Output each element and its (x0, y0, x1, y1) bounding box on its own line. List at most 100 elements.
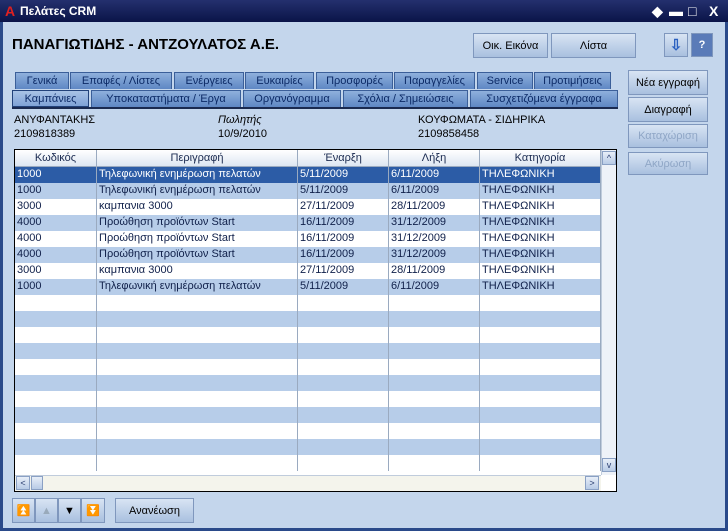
table-cell: ΤΗΛΕΦΩΝΙΚΗ (480, 183, 601, 199)
title-bar: A Πελάτες CRM ◆ ▬ □ X (0, 0, 728, 22)
tab-4-tabs_row2[interactable]: Σχόλια / Σημειώσεις (343, 90, 468, 107)
tab-8-tabs_row1[interactable]: Προτιμήσεις (534, 72, 611, 89)
first-record-icon[interactable]: ⏫ (12, 498, 35, 523)
list-button[interactable]: Λίστα (551, 33, 636, 58)
column-header[interactable]: Περιγραφή (97, 150, 298, 167)
close-button[interactable]: X (709, 3, 718, 19)
table-cell: Τηλεφωνική ενημέρωση πελατών (97, 279, 298, 295)
tab-4-tabs_row1[interactable]: Ευκαιρίες (245, 72, 314, 89)
table-cell: Προώθηση προϊόντων Start (97, 215, 298, 231)
tab-3-tabs_row1[interactable]: Ενέργειες (174, 72, 244, 89)
vertical-scrollbar[interactable]: ^ v (601, 150, 616, 475)
tab-divider (12, 107, 618, 109)
table-cell: 5/11/2009 (298, 183, 389, 199)
previous-record-icon[interactable]: ▲ (35, 498, 58, 523)
table-cell: ΤΗΛΕΦΩΝΙΚΗ (480, 215, 601, 231)
table-cell (15, 455, 97, 471)
date: 10/9/2010 (218, 128, 267, 140)
last-record-icon[interactable]: ⏬ (81, 498, 105, 523)
table-cell: 1000 (15, 279, 97, 295)
tab-1-tabs_row1[interactable]: Γενικά (15, 72, 69, 89)
empty-row (15, 439, 601, 455)
scroll-down-icon[interactable]: v (602, 458, 616, 472)
table-cell: Τηλεφωνική ενημέρωση πελατών (97, 167, 298, 183)
scroll-up-icon[interactable]: ^ (602, 151, 616, 165)
cancel-button[interactable]: Ακύρωση (628, 152, 708, 175)
table-cell (97, 423, 298, 439)
table-row[interactable]: 1000 Τηλεφωνική ενημέρωση πελατών 5/11/200… (15, 167, 601, 183)
tab-5-tabs_row2[interactable]: Συσχετιζόμενα έγγραφα (470, 90, 618, 107)
table-row[interactable]: 4000 Προώθηση προϊόντων Start 16/11/2009 31… (15, 247, 601, 263)
table-cell: 6/11/2009 (389, 167, 480, 183)
column-header[interactable]: Κωδικός (15, 150, 97, 167)
table-cell (298, 327, 389, 343)
table-cell (480, 439, 601, 455)
table-cell (298, 359, 389, 375)
table-cell (389, 375, 480, 391)
table-cell: ΤΗΛΕΦΩΝΙΚΗ (480, 263, 601, 279)
tab-7-tabs_row1[interactable]: Service (477, 72, 533, 89)
table-cell (480, 423, 601, 439)
table-cell (480, 343, 601, 359)
table-cell: 3000 (15, 199, 97, 215)
scroll-right-icon[interactable]: > (585, 476, 599, 490)
empty-row (15, 391, 601, 407)
horizontal-scrollbar[interactable]: < > (15, 475, 601, 491)
table-cell (298, 295, 389, 311)
contact-name: ΑΝΥΦΑΝΤΑΚΗΣ (14, 114, 96, 126)
table-cell (389, 391, 480, 407)
refresh-button[interactable]: Ανανέωση (115, 498, 194, 523)
maximize-button[interactable]: □ (688, 3, 696, 19)
column-header[interactable]: Έναρξη (298, 150, 389, 167)
pin-icon[interactable]: ◆ (652, 3, 663, 20)
table-cell (298, 343, 389, 359)
minimize-button[interactable]: ▬ (669, 3, 683, 19)
help-icon[interactable]: ? (691, 33, 713, 57)
table-cell (15, 343, 97, 359)
tab-6-tabs_row1[interactable]: Παραγγελίες (394, 72, 475, 89)
table-cell (298, 439, 389, 455)
table-cell: Τηλεφωνική ενημέρωση πελατών (97, 183, 298, 199)
table-cell: 27/11/2009 (298, 199, 389, 215)
sort-down-icon[interactable]: ⇩ (664, 33, 688, 57)
table-cell (97, 375, 298, 391)
table-cell (480, 391, 601, 407)
tab-1-tabs_row2[interactable]: Καμπάνιες (12, 90, 89, 107)
table-cell (15, 295, 97, 311)
delete-button[interactable]: Διαγραφή (628, 97, 708, 122)
save-button[interactable]: Καταχώριση (628, 124, 708, 148)
table-row[interactable]: 4000 Προώθηση προϊόντων Start 16/11/2009 31… (15, 215, 601, 231)
family-view-button[interactable]: Οικ. Εικόνα (473, 33, 548, 58)
table-row[interactable]: 1000 Τηλεφωνική ενημέρωση πελατών 5/11/200… (15, 183, 601, 199)
table-cell (97, 407, 298, 423)
tab-3-tabs_row2[interactable]: Οργανόγραμμα (243, 90, 341, 107)
table-row[interactable]: 3000 καμπανια 3000 27/11/2009 28/11/2009 ΤΗΛ… (15, 263, 601, 279)
table-cell: 6/11/2009 (389, 183, 480, 199)
table-cell (298, 455, 389, 471)
table-cell (389, 423, 480, 439)
campaigns-grid: 1000 Τηλεφωνική ενημέρωση πελατών 5/11/200… (14, 149, 617, 492)
next-record-icon[interactable]: ▼ (58, 498, 81, 523)
table-cell (15, 423, 97, 439)
table-cell: 4000 (15, 215, 97, 231)
table-cell: 31/12/2009 (389, 215, 480, 231)
column-header[interactable]: Κατηγορία (480, 150, 601, 167)
table-cell (480, 455, 601, 471)
table-row[interactable]: 1000 Τηλεφωνική ενημέρωση πελατών 5/11/200… (15, 279, 601, 295)
table-row[interactable]: 3000 καμπανια 3000 27/11/2009 28/11/2009 ΤΗΛ… (15, 199, 601, 215)
tab-5-tabs_row1[interactable]: Προσφορές (316, 72, 393, 89)
new-record-button[interactable]: Νέα εγγραφή (628, 70, 708, 95)
table-cell (97, 359, 298, 375)
scroll-thumb[interactable] (31, 476, 43, 490)
table-cell (298, 375, 389, 391)
table-cell: καμπανια 3000 (97, 199, 298, 215)
window-title: Πελάτες CRM (20, 4, 97, 18)
empty-row (15, 343, 601, 359)
table-cell (15, 407, 97, 423)
tab-2-tabs_row2[interactable]: Υποκαταστήματα / Έργα (91, 90, 241, 107)
business-category: ΚΟΥΦΩΜΑΤΑ - ΣΙΔΗΡΙΚΑ (418, 114, 546, 126)
column-header[interactable]: Λήξη (389, 150, 480, 167)
table-row[interactable]: 4000 Προώθηση προϊόντων Start 16/11/2009 31… (15, 231, 601, 247)
tab-2-tabs_row1[interactable]: Επαφές / Λίστες (70, 72, 172, 89)
scroll-left-icon[interactable]: < (16, 476, 30, 490)
